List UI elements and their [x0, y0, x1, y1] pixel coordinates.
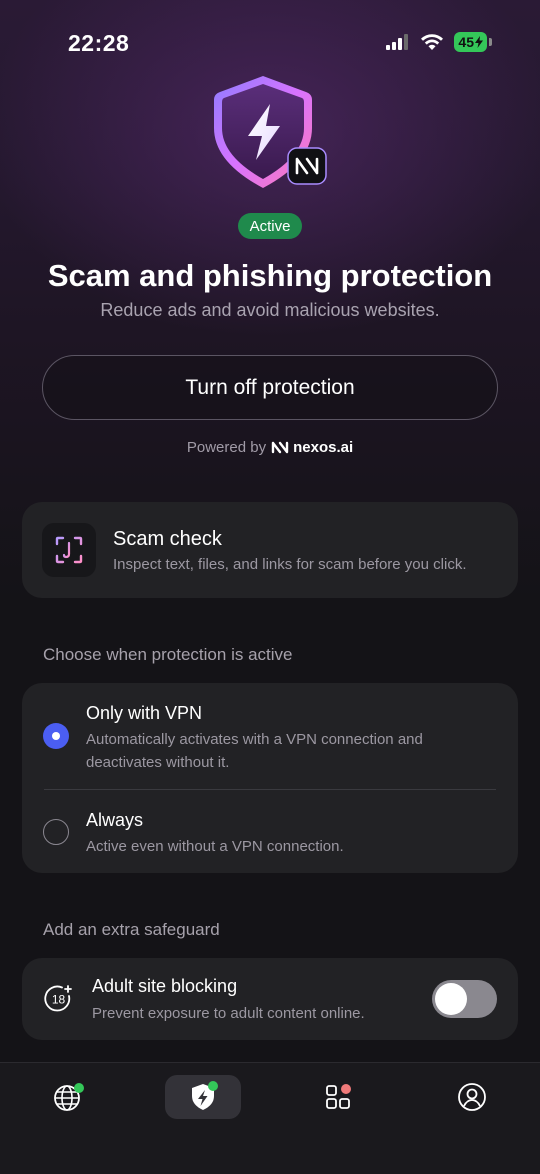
profile-icon	[458, 1083, 486, 1111]
scam-check-description: Inspect text, files, and links for scam …	[113, 556, 467, 573]
turn-off-protection-button[interactable]: Turn off protection	[42, 355, 498, 420]
active-status-badge: Active	[238, 213, 302, 239]
nexos-brand-name: nexos.ai	[293, 439, 354, 456]
protection-mode-card: Only with VPN Automatically activates wi…	[22, 683, 518, 873]
scam-check-card[interactable]: Scam check Inspect text, files, and link…	[22, 502, 518, 598]
nav-protection[interactable]	[165, 1075, 241, 1119]
option-always[interactable]: Always Active even without a VPN connect…	[22, 790, 518, 873]
nexos-logo-icon	[271, 441, 289, 454]
powered-by: Powered by nexos.ai	[0, 439, 540, 456]
battery-indicator: 45	[454, 32, 492, 52]
bottom-nav	[0, 1062, 540, 1174]
protection-mode-section-label: Choose when protection is active	[43, 645, 293, 664]
protection-status-dot	[208, 1081, 218, 1091]
page-subtitle: Reduce ads and avoid malicious websites.	[100, 300, 440, 320]
status-icons: 45	[386, 32, 492, 52]
cellular-signal-icon	[386, 34, 409, 50]
age-18-plus-icon-text: 18	[52, 993, 66, 1007]
adult-site-blocking-description: Prevent exposure to adult content online…	[92, 1005, 365, 1022]
nexos-brand: nexos.ai	[271, 439, 353, 456]
safeguard-section-label: Add an extra safeguard	[43, 920, 220, 939]
only-with-vpn-description: Automatically activates with a VPN conne…	[86, 728, 423, 774]
nav-apps[interactable]	[300, 1075, 376, 1119]
adult-site-blocking-title: Adult site blocking	[92, 976, 238, 996]
option-only-with-vpn[interactable]: Only with VPN Automatically activates wi…	[22, 683, 518, 789]
only-with-vpn-title: Only with VPN	[86, 703, 203, 723]
toggle-knob	[435, 983, 467, 1015]
scan-icon	[42, 523, 96, 577]
apps-notification-dot	[341, 1084, 351, 1094]
wifi-icon	[421, 34, 444, 50]
status-time: 22:28	[68, 30, 130, 56]
adult-site-blocking-card: 18 Adult site blocking Prevent exposure …	[22, 958, 518, 1040]
always-title: Always	[86, 810, 144, 830]
only-with-vpn-description-line2: deactivates without it.	[86, 754, 230, 771]
charging-bolt-icon	[475, 36, 483, 48]
only-with-vpn-description-line1: Automatically activates with a VPN conne…	[86, 731, 423, 748]
age-18-plus-icon: 18	[44, 984, 74, 1019]
only-with-vpn-radio[interactable]	[43, 723, 69, 749]
nav-profile[interactable]	[434, 1075, 510, 1119]
battery-level: 45	[458, 34, 474, 50]
always-radio[interactable]	[43, 819, 69, 845]
nav-globe[interactable]	[30, 1075, 106, 1119]
globe-status-dot	[74, 1083, 84, 1093]
adult-site-blocking-toggle[interactable]	[432, 980, 497, 1018]
shield-bolt-hero-icon	[208, 70, 332, 194]
powered-by-label: Powered by	[186, 439, 267, 456]
scam-check-title: Scam check	[113, 528, 222, 550]
page-title: Scam and phishing protection	[47, 258, 493, 293]
always-description: Active even without a VPN connection.	[86, 838, 344, 855]
